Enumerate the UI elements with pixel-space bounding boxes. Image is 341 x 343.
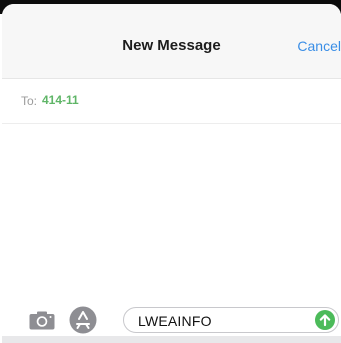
navigation-bar: New Message Cancel xyxy=(2,4,341,79)
recipient-field[interactable]: 414-11 xyxy=(42,93,79,107)
send-button[interactable] xyxy=(315,310,335,330)
keyboard-edge xyxy=(2,336,341,343)
cancel-button[interactable]: Cancel xyxy=(297,38,341,54)
send-arrow-up-icon xyxy=(319,314,331,327)
message-input[interactable]: LWEAINFO xyxy=(123,307,339,333)
camera-icon xyxy=(29,311,55,330)
camera-button[interactable] xyxy=(29,311,55,330)
page-title: New Message xyxy=(122,37,221,54)
message-text: LWEAINFO xyxy=(138,313,212,329)
to-label: To: xyxy=(21,94,38,108)
message-composer: LWEAINFO xyxy=(2,294,341,334)
new-message-sheet: New Message Cancel To: 414-11 LWEAINFO xyxy=(2,4,341,343)
app-store-button[interactable] xyxy=(69,306,97,334)
app-store-icon xyxy=(69,306,97,334)
recipient-row[interactable]: To: 414-11 xyxy=(2,79,341,124)
